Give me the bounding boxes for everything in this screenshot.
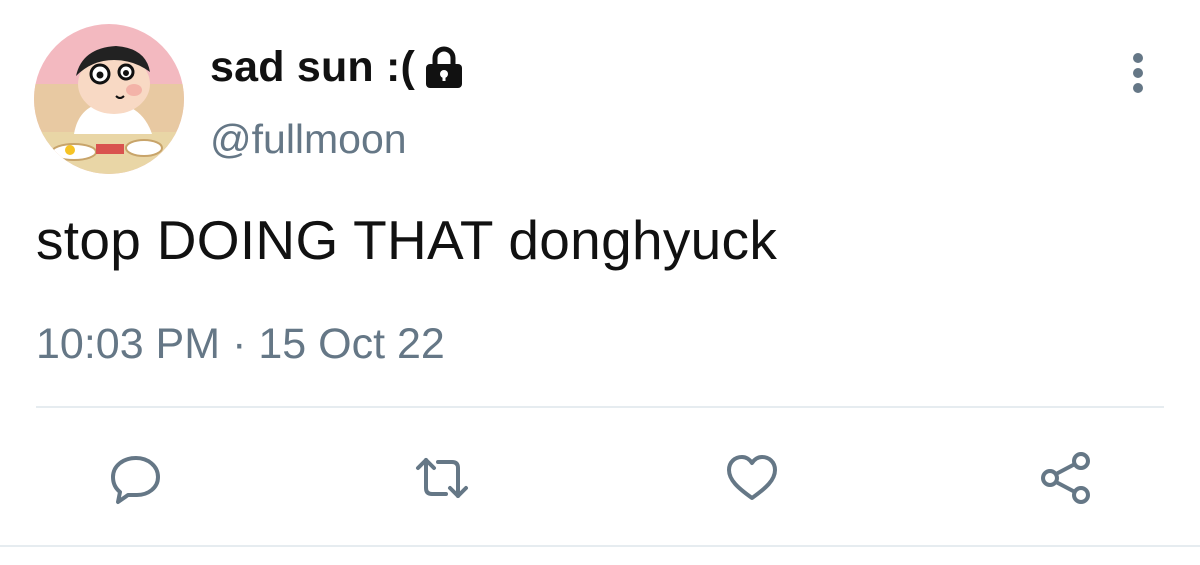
lock-icon — [423, 44, 465, 90]
timestamp-separator: · — [232, 320, 247, 368]
like-icon — [727, 455, 777, 500]
display-name[interactable]: sad sun :( — [210, 43, 415, 92]
reply-button[interactable] — [106, 450, 166, 506]
more-options-button[interactable] — [1120, 48, 1156, 98]
reply-icon — [111, 456, 160, 504]
tweet-date: 15 Oct 22 — [258, 320, 445, 368]
retweet-button[interactable] — [412, 450, 472, 506]
like-button[interactable] — [722, 450, 782, 506]
timestamp[interactable]: 10:03 PM · 15 Oct 22 — [36, 320, 445, 369]
retweet-icon — [416, 458, 468, 498]
more-vertical-icon — [1133, 53, 1143, 93]
handle[interactable]: @fullmoon — [210, 116, 407, 163]
avatar-image — [34, 24, 184, 174]
share-icon — [1041, 452, 1090, 504]
share-button[interactable] — [1036, 450, 1096, 506]
avatar[interactable] — [34, 24, 184, 174]
tweet-text: stop DOING THAT donghyuck — [36, 209, 778, 271]
tweet-time: 10:03 PM — [36, 320, 221, 368]
divider — [36, 406, 1164, 408]
author-name-row[interactable]: sad sun :( — [210, 38, 465, 96]
tweet: sad sun :( @fullmoon stop DOING THAT don… — [0, 0, 1200, 565]
bottom-divider — [0, 545, 1200, 547]
